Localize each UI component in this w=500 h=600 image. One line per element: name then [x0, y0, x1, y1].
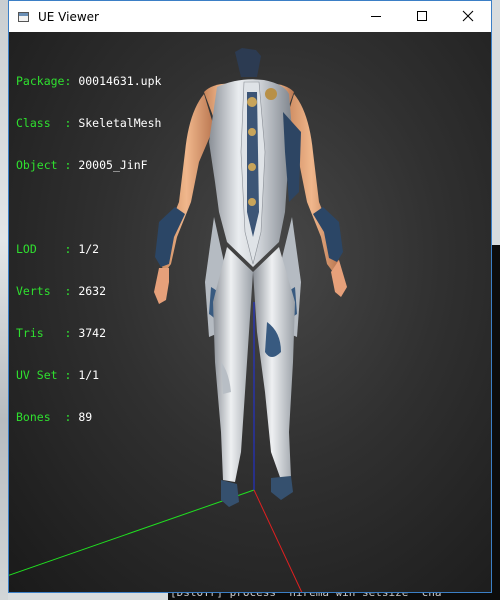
- desktop-background-left: [0, 0, 8, 600]
- uvset-label: UV Set :: [16, 368, 72, 382]
- 3d-viewport[interactable]: Package: 00014631.upk Class : SkeletalMe…: [9, 32, 491, 592]
- app-window-icon: [17, 10, 31, 24]
- package-value: 00014631.upk: [78, 74, 162, 88]
- verts-value: 2632: [78, 284, 107, 298]
- lod-value: 1/2: [78, 242, 100, 256]
- object-label: Object :: [16, 158, 72, 172]
- lod-label: LOD :: [16, 242, 72, 256]
- title-bar[interactable]: UE Viewer: [9, 1, 491, 32]
- bones-label: Bones :: [16, 410, 72, 424]
- window-title: UE Viewer: [38, 9, 99, 24]
- package-label: Package:: [16, 74, 72, 88]
- ue-viewer-window: UE Viewer Package: 00014631.upk Class: …: [8, 0, 492, 593]
- close-button[interactable]: [445, 1, 491, 32]
- verts-label: Verts :: [16, 284, 72, 298]
- bones-value: 89: [78, 410, 93, 424]
- class-value: SkeletalMesh: [78, 116, 162, 130]
- mesh-info-panel: Package: 00014631.upk Class : SkeletalMe…: [16, 46, 161, 452]
- tris-value: 3742: [78, 326, 107, 340]
- class-label: Class :: [16, 116, 72, 130]
- maximize-button[interactable]: [399, 1, 445, 32]
- minimize-button[interactable]: [353, 1, 399, 32]
- uvset-value: 1/1: [78, 368, 100, 382]
- close-icon: [462, 10, 474, 22]
- object-value: 20005_JinF: [78, 158, 148, 172]
- tris-label: Tris :: [16, 326, 72, 340]
